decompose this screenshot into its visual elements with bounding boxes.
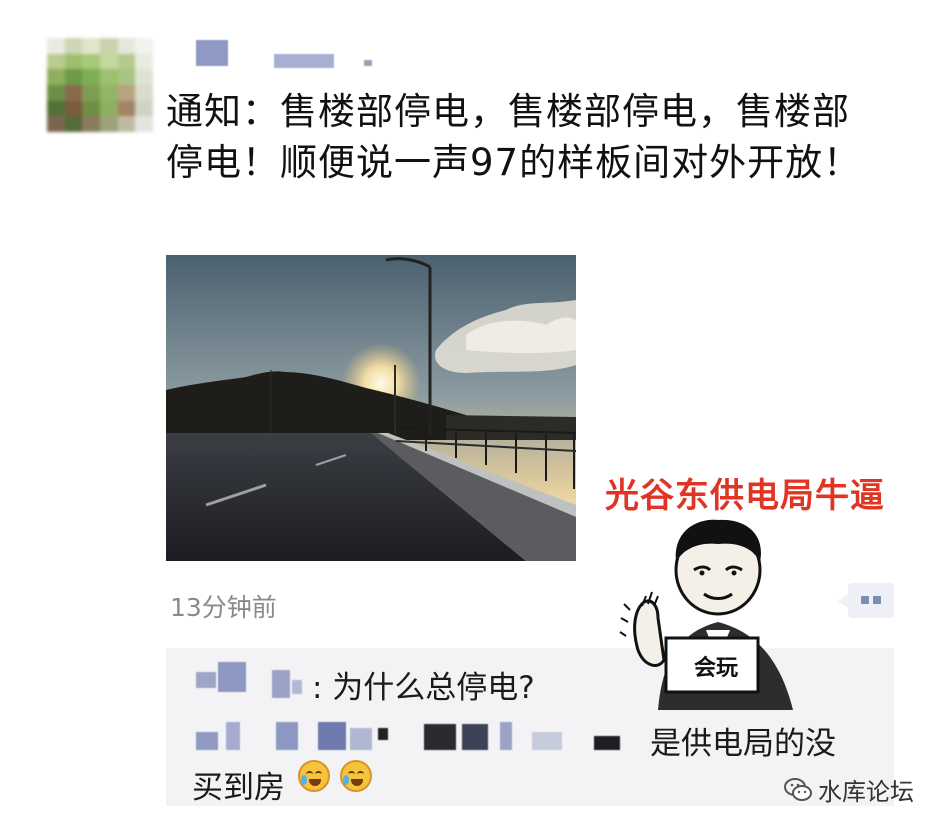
comment-1-text: : 为什么总停电?	[312, 670, 535, 706]
meme-caption: 会玩	[693, 656, 738, 681]
comment-2-text-cont: 买到房	[192, 770, 285, 806]
post-text: 通知：售楼部停电，售楼部停电，售楼部停电！顺便说一声97的样板间对外开放！	[166, 90, 862, 184]
laugh-cry-emoji-icon	[340, 760, 372, 792]
avatar[interactable]	[47, 38, 153, 132]
watermark-text: 水库论坛	[818, 778, 914, 806]
wechat-icon	[784, 777, 812, 803]
comment-2-text: 是供电局的没	[650, 726, 836, 762]
post-photo[interactable]	[166, 255, 576, 561]
watermark: 水库论坛	[784, 772, 914, 807]
sunset-road-image	[166, 255, 576, 561]
comment-icon[interactable]	[838, 583, 894, 618]
laugh-cry-emoji-icon	[298, 760, 330, 792]
post-timestamp: 13分钟前	[170, 593, 277, 622]
